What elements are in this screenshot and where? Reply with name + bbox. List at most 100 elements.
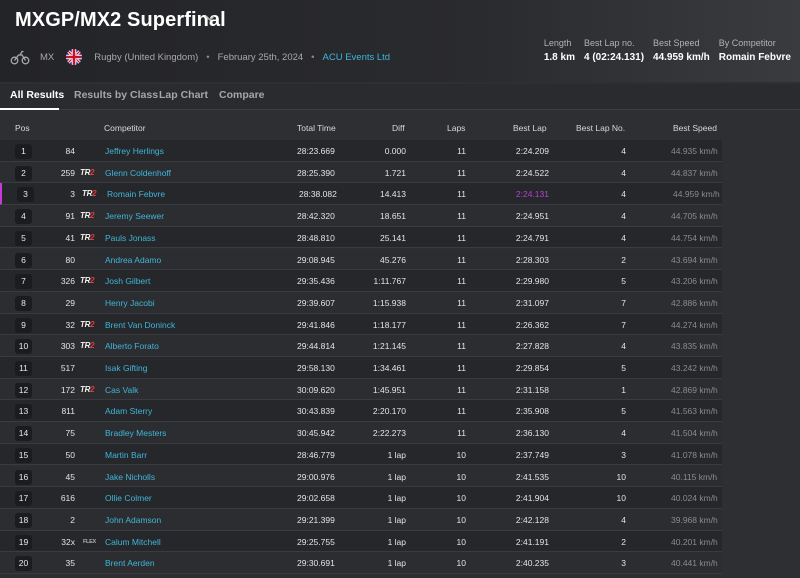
competitor-name[interactable]: Andrea Adamo bbox=[105, 255, 161, 265]
competitor-name[interactable]: Jake Nicholls bbox=[105, 472, 155, 482]
team-logo-icon: TR2 bbox=[80, 211, 95, 221]
competitor-name[interactable]: Cas Valk bbox=[105, 385, 138, 395]
competitor-name[interactable]: Martin Barr bbox=[105, 450, 147, 460]
table-row[interactable]: 14 75 Bradley Mesters 30:45.942 2:22.273 11 2:… bbox=[0, 422, 722, 444]
table-row[interactable]: 17 616 Ollie Colmer 29:02.658 1 lap 10 2:41.90… bbox=[0, 487, 722, 509]
diff: 1:15.938 bbox=[372, 297, 406, 308]
total-time: 29:08.945 bbox=[297, 254, 335, 265]
tab-compare[interactable]: Compare bbox=[219, 89, 265, 101]
table-row[interactable]: 5 41 Pauls Jonass 28:48.810 25.141 11 2:24.791… bbox=[0, 226, 722, 249]
laps: 11 bbox=[457, 384, 466, 395]
laps: 11 bbox=[457, 319, 466, 330]
table-row[interactable]: 11 517 Isak Gifting 29:58.130 1:34.461 11 2:29… bbox=[0, 357, 722, 379]
table-row[interactable]: 10 303 Alberto Forato 29:44.814 1:21.145 11 2:… bbox=[0, 335, 722, 357]
competitor-name[interactable]: Henry Jacobi bbox=[105, 298, 155, 308]
diff: 1 lap bbox=[387, 514, 406, 525]
competitor-name[interactable]: John Adamson bbox=[105, 515, 161, 525]
tab-all-results[interactable]: All Results bbox=[10, 89, 64, 101]
best-lap-no: 1 bbox=[621, 384, 626, 395]
competitor-name[interactable]: Josh Gilbert bbox=[105, 276, 150, 286]
best-lap: 2:42.128 bbox=[515, 514, 549, 525]
table-row[interactable]: 12 172 Cas Valk 30:09.620 1:45.951 11 2:31.158… bbox=[0, 378, 722, 401]
best-lap: 2:27.828 bbox=[515, 341, 549, 352]
bike-number: 811 bbox=[61, 406, 75, 417]
position-badge: 14 bbox=[15, 426, 32, 442]
diff: 1:34.461 bbox=[372, 363, 406, 373]
laps: 10 bbox=[456, 536, 466, 547]
position-badge: 19 bbox=[15, 534, 32, 550]
table-row[interactable]: 4 91 Jeremy Seewer 28:42.320 18.651 11 2:24.95… bbox=[0, 205, 722, 227]
competitor-name[interactable]: Alberto Forato bbox=[105, 341, 159, 351]
best-lap-no: 5 bbox=[621, 363, 626, 373]
best-lap: 2:26.362 bbox=[515, 319, 549, 330]
position-badge: 15 bbox=[15, 447, 32, 463]
tab-lap-chart[interactable]: Lap Chart bbox=[159, 89, 208, 101]
stat-by-competitor: By Competitor Romain Febvre bbox=[718, 38, 791, 63]
laps: 11 bbox=[457, 276, 466, 287]
competitor-name[interactable]: Jeffrey Herlings bbox=[105, 146, 164, 156]
competitor-name[interactable]: Romain Febvre bbox=[107, 189, 165, 199]
competitor-name[interactable]: Brent Van Doninck bbox=[105, 320, 175, 330]
total-time: 30:43.839 bbox=[297, 406, 335, 417]
table-row[interactable]: 9 32 Brent Van Doninck 29:41.846 1:18.177 11 2… bbox=[0, 313, 722, 336]
total-time: 30:45.942 bbox=[297, 428, 335, 439]
competitor-name[interactable]: Ollie Colmer bbox=[105, 493, 152, 503]
best-lap-no: 4 bbox=[621, 211, 626, 222]
position-badge: 16 bbox=[15, 469, 32, 485]
total-time: 29:02.658 bbox=[297, 493, 335, 504]
total-time: 29:35.436 bbox=[297, 276, 335, 287]
col-total-time[interactable]: Total Time bbox=[297, 123, 336, 133]
competitor-name[interactable]: Bradley Mesters bbox=[105, 428, 166, 438]
best-lap-no: 5 bbox=[621, 406, 626, 417]
best-lap: 2:24.522 bbox=[515, 167, 549, 178]
bike-number: 326 bbox=[60, 276, 75, 287]
col-diff[interactable]: Diff bbox=[392, 123, 405, 133]
table-row[interactable]: 15 50 Martin Barr 28:46.779 1 lap 10 2:37.749 3… bbox=[0, 443, 722, 466]
col-best-lap-no[interactable]: Best Lap No. bbox=[576, 123, 625, 133]
best-lap-no: 7 bbox=[621, 297, 626, 308]
total-time: 30:09.620 bbox=[297, 384, 335, 395]
organizer-link[interactable]: ACU Events Ltd bbox=[323, 52, 391, 63]
laps: 11 bbox=[457, 254, 466, 265]
col-best-lap[interactable]: Best Lap bbox=[513, 123, 547, 133]
discipline-label: MX bbox=[40, 51, 55, 63]
diff: 1:18.177 bbox=[372, 319, 406, 330]
competitor-name[interactable]: Adam Sterry bbox=[105, 406, 152, 416]
table-row[interactable]: 18 2 John Adamson 29:21.399 1 lap 10 2:42.128 4… bbox=[0, 508, 722, 531]
table-row[interactable]: 3 3 Romain Febvre 28:38.082 14.413 11 2:24.131… bbox=[0, 183, 722, 206]
competitor-name[interactable]: Calum Mitchell bbox=[105, 537, 161, 547]
position-badge: 13 bbox=[15, 404, 32, 420]
chevron-down-icon[interactable] bbox=[204, 12, 216, 24]
table-row[interactable]: 2 259 Glenn Coldenhoff 28:25.390 1.721 11 2:24… bbox=[0, 161, 722, 184]
table-row[interactable]: 6 80 Andrea Adamo 29:08.945 45.276 11 2:28.303… bbox=[0, 248, 722, 271]
diff: 1 lap bbox=[387, 536, 406, 547]
col-pos[interactable]: Pos bbox=[15, 123, 30, 133]
total-time: 29:21.399 bbox=[297, 514, 335, 525]
position-badge: 9 bbox=[15, 317, 32, 333]
position-badge: 10 bbox=[15, 339, 32, 355]
table-row[interactable]: 8 29 Henry Jacobi 29:39.607 1:15.938 11 2:31.0… bbox=[0, 291, 722, 314]
tab-results-by-class[interactable]: Results by Class bbox=[74, 89, 158, 101]
col-competitor[interactable]: Competitor bbox=[104, 123, 146, 133]
best-lap: 2:41.904 bbox=[515, 493, 549, 504]
team-logo-icon: TR2 bbox=[80, 384, 95, 394]
table-row[interactable]: 1 84 Jeffrey Herlings 28:23.669 0.000 11 2:24.… bbox=[0, 140, 722, 162]
table-row[interactable]: 20 35 Brent Aerden 29:30.691 1 lap 10 2:40.235… bbox=[0, 552, 722, 574]
diff: 45.276 bbox=[380, 254, 406, 265]
competitor-name[interactable]: Isak Gifting bbox=[105, 363, 148, 373]
table-row[interactable]: 7 326 Josh Gilbert 29:35.436 1:11.767 11 2:29.… bbox=[0, 270, 722, 292]
best-lap: 2:41.191 bbox=[515, 536, 549, 547]
best-speed: 40.441 km/h bbox=[671, 558, 718, 569]
competitor-name[interactable]: Jeremy Seewer bbox=[105, 211, 164, 221]
competitor-name[interactable]: Pauls Jonass bbox=[105, 233, 156, 243]
total-time: 29:30.691 bbox=[297, 558, 335, 569]
team-logo-icon: TR2 bbox=[80, 341, 95, 351]
table-row[interactable]: 16 45 Jake Nicholls 29:00.976 1 lap 10 2:41.53… bbox=[0, 465, 722, 488]
best-lap-no: 4 bbox=[621, 514, 626, 525]
col-laps[interactable]: Laps bbox=[447, 123, 465, 133]
table-row[interactable]: 19 32x Calum Mitchell 29:25.755 1 lap 10 2:41.… bbox=[0, 530, 722, 553]
col-best-speed[interactable]: Best Speed bbox=[673, 123, 717, 133]
competitor-name[interactable]: Brent Aerden bbox=[105, 558, 155, 568]
competitor-name[interactable]: Glenn Coldenhoff bbox=[105, 168, 171, 178]
table-row[interactable]: 13 811 Adam Sterry 30:43.839 2:20.170 11 2:35.… bbox=[0, 400, 722, 423]
